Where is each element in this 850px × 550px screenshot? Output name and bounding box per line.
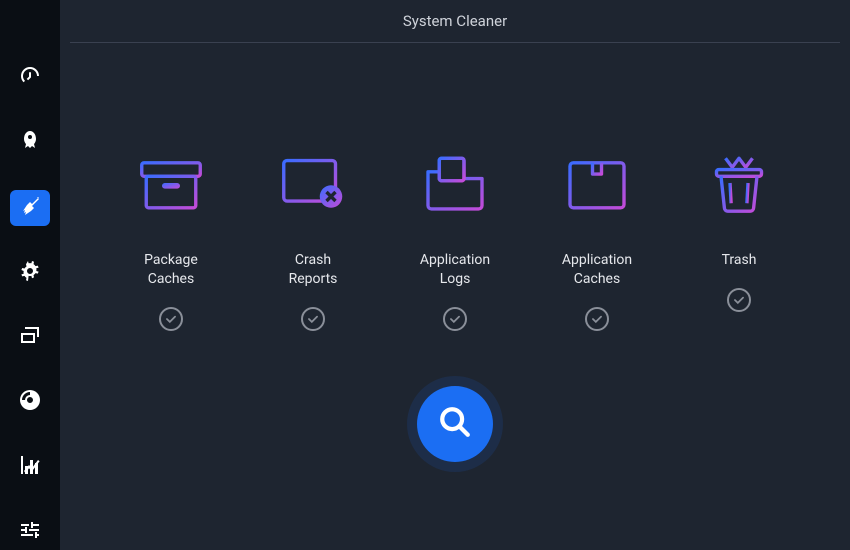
- category-checkbox[interactable]: [301, 307, 325, 331]
- scan-button-wrap: [70, 386, 840, 462]
- sliders-icon: [18, 518, 42, 546]
- page-title: System Cleaner: [70, 12, 840, 43]
- rocket-icon: [18, 129, 42, 157]
- category-trash[interactable]: Trash: [674, 143, 804, 331]
- category-label: Trash: [722, 251, 757, 270]
- sidebar-item-processes[interactable]: [10, 319, 50, 356]
- category-label: Package Caches: [144, 251, 198, 289]
- sidebar-item-startup-apps[interactable]: [10, 125, 50, 162]
- main-content: System Cleaner Package Caches: [60, 0, 850, 550]
- category-crash-reports[interactable]: Crash Reports: [248, 143, 378, 331]
- category-checkbox[interactable]: [585, 307, 609, 331]
- category-package-caches[interactable]: Package Caches: [106, 143, 236, 331]
- sidebar-item-system-cleaner[interactable]: [10, 190, 50, 227]
- category-checkbox[interactable]: [159, 307, 183, 331]
- sidebar: [0, 0, 60, 550]
- box-archive-icon: [131, 143, 211, 223]
- chart-icon: [18, 453, 42, 481]
- trash-icon: [699, 143, 779, 223]
- category-checkbox[interactable]: [443, 307, 467, 331]
- scan-button[interactable]: [417, 386, 493, 462]
- sidebar-item-resources[interactable]: [10, 449, 50, 486]
- disc-icon: [18, 388, 42, 416]
- folder-doc-icon: [415, 143, 495, 223]
- sidebar-item-uninstaller[interactable]: [10, 384, 50, 421]
- window-stack-icon: [18, 323, 42, 351]
- search-icon: [438, 405, 472, 443]
- sidebar-item-services[interactable]: [10, 254, 50, 291]
- category-application-caches[interactable]: Application Caches: [532, 143, 662, 331]
- category-label: Crash Reports: [289, 251, 338, 289]
- sidebar-item-dashboard[interactable]: [10, 60, 50, 97]
- category-label: Application Logs: [420, 251, 490, 289]
- category-application-logs[interactable]: Application Logs: [390, 143, 520, 331]
- crash-window-icon: [273, 143, 353, 223]
- category-grid: Package Caches Crash Reports: [70, 143, 840, 331]
- sidebar-item-settings[interactable]: [10, 513, 50, 550]
- category-checkbox[interactable]: [727, 288, 751, 312]
- package-box-icon: [557, 143, 637, 223]
- gauge-icon: [18, 64, 42, 92]
- gears-icon: [18, 259, 42, 287]
- category-label: Application Caches: [562, 251, 632, 289]
- broom-icon: [18, 194, 42, 222]
